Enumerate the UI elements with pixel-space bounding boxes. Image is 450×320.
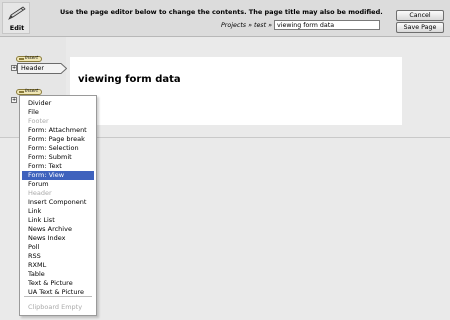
save-page-button[interactable]: Save Page [396, 22, 444, 33]
menu-item-form-text[interactable]: Form: Text [22, 162, 94, 171]
menu-item-form-view[interactable]: Form: View [22, 171, 94, 180]
insert-component-menu[interactable]: Divider File Footer Form: Attachment For… [19, 95, 97, 316]
menu-item-text-picture[interactable]: Text & Picture [22, 279, 94, 288]
menu-item-forum[interactable]: Forum [22, 180, 94, 189]
insert-label-active: Insert [25, 89, 38, 94]
menu-item-table[interactable]: Table [22, 270, 94, 279]
menu-separator [24, 296, 92, 297]
header-component-label: Header [21, 65, 44, 72]
menu-item-form-page-break[interactable]: Form: Page break [22, 135, 94, 144]
edit-label: Edit [9, 24, 25, 32]
menu-item-clipboard-empty: Clipboard Empty [28, 303, 83, 311]
menu-item-file[interactable]: File [22, 108, 94, 117]
editor-instructions: Use the page editor below to change the … [60, 8, 383, 16]
menu-item-insert-component[interactable]: Insert Component [22, 198, 94, 207]
menu-item-link-list[interactable]: Link List [22, 216, 94, 225]
menu-item-header: Header [28, 189, 52, 197]
page-title-input[interactable] [274, 20, 380, 30]
page-heading: viewing form data [78, 74, 181, 85]
insert-label: Insert [25, 56, 38, 61]
menu-item-poll[interactable]: Poll [22, 243, 94, 252]
breadcrumb-projects[interactable]: Projects [221, 22, 246, 29]
breadcrumb-separator-end: » [268, 22, 272, 29]
menu-item-link[interactable]: Link [22, 207, 94, 216]
menu-item-news-archive[interactable]: News Archive [22, 225, 94, 234]
breadcrumb: Projects» test» [221, 22, 274, 29]
page-content-area[interactable]: viewing form data [70, 57, 402, 125]
menu-item-news-index[interactable]: News Index [22, 234, 94, 243]
menu-item-rss[interactable]: RSS [22, 252, 94, 261]
edit-mode-indicator: Edit [2, 2, 30, 34]
breadcrumb-separator: » [248, 22, 252, 29]
cancel-button[interactable]: Cancel [396, 10, 444, 21]
menu-item-footer: Footer [28, 117, 49, 125]
header-component-tab[interactable]: Header [17, 63, 67, 74]
pencil-icon [8, 6, 26, 20]
menu-item-form-selection[interactable]: Form: Selection [22, 144, 94, 153]
menu-item-form-attachment[interactable]: Form: Attachment [22, 126, 94, 135]
menu-item-divider[interactable]: Divider [22, 99, 94, 108]
breadcrumb-test[interactable]: test [254, 22, 266, 29]
menu-item-form-submit[interactable]: Form: Submit [22, 153, 94, 162]
plus-icon-active[interactable]: + [11, 97, 17, 103]
menu-item-rxml[interactable]: RXML [22, 261, 94, 270]
insert-button[interactable]: Insert [16, 56, 42, 62]
editor-toolbar: Edit Use the page editor below to change… [0, 0, 450, 37]
